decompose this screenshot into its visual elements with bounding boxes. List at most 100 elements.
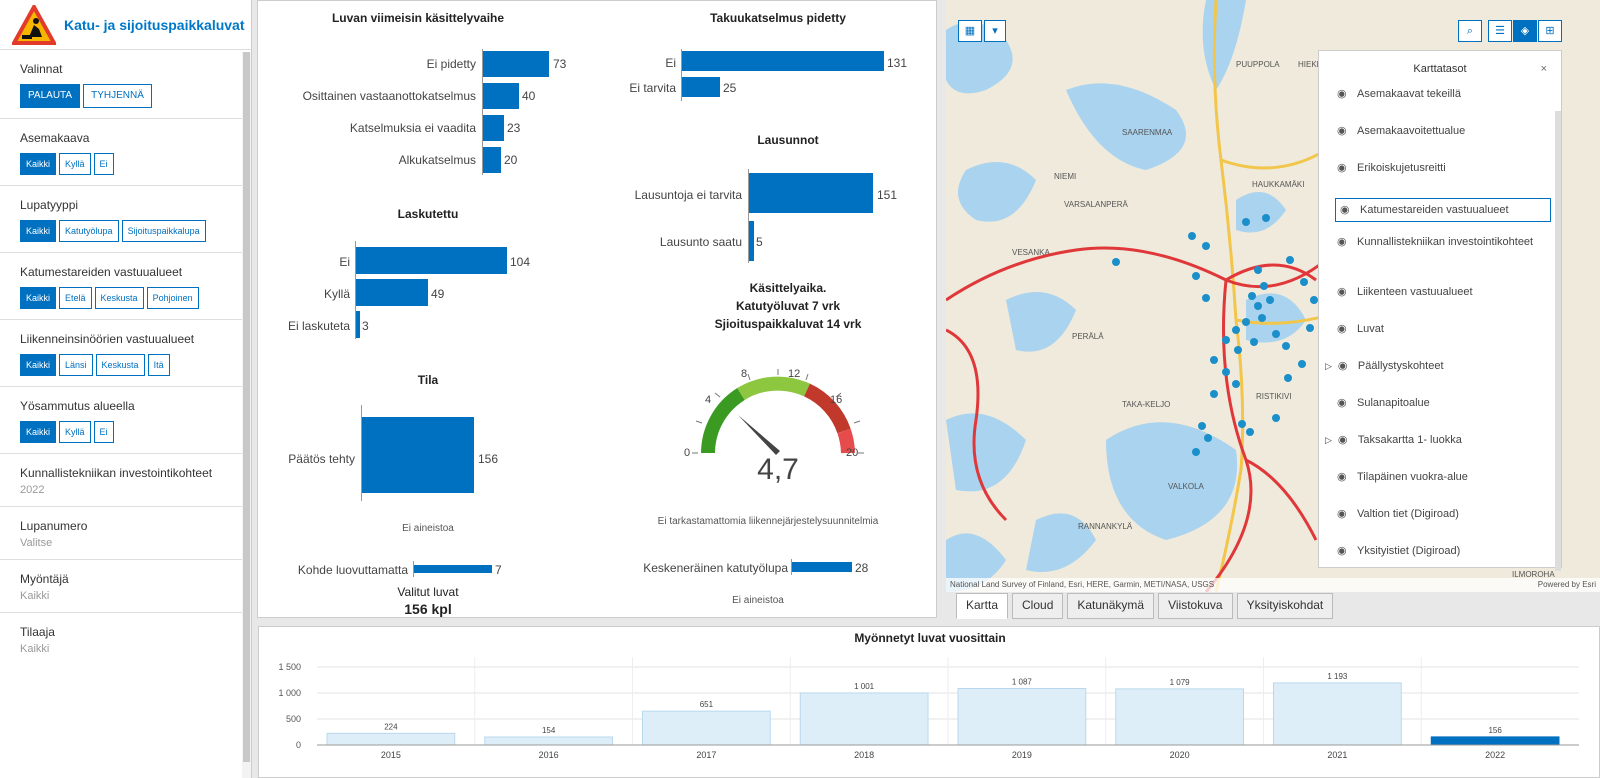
eye-icon[interactable]: ◉ [1338,433,1352,447]
eye-icon[interactable]: ◉ [1337,544,1351,558]
filter-option-keskusta[interactable]: Keskusta [94,287,144,309]
filter-option-kaikki[interactable]: Kaikki [20,421,57,443]
layer-item[interactable]: ◉ Sulanapitoalue [1319,396,1561,433]
gauge-tick-16: 16 [830,394,843,406]
filter-option-kylla[interactable]: Kyllä [59,421,91,443]
layer-item[interactable]: ◉ Yksityistiet (Digiroad) [1319,544,1561,581]
filter-option-katutyolupa[interactable]: Katutyölupa [59,220,119,242]
bar-value-label: 651 [700,700,714,709]
eye-icon[interactable]: ◉ [1337,285,1351,299]
layer-item[interactable]: ◉ Asemakaavat tekeillä [1319,87,1561,124]
bar-2018[interactable] [799,692,929,746]
bar-value: 104 [510,255,531,269]
bar-kohde-luovuttamatta [414,565,492,573]
filter-option-kaikki[interactable]: Kaikki [20,354,57,376]
tab-katunakyma[interactable]: Katunäkymä [1067,593,1155,619]
section-kunnallistekniikka[interactable]: Kunnallistekniikan investointikohteet 20… [0,454,251,507]
layers-icon[interactable]: ◈ [1513,20,1537,42]
section-lupanumero[interactable]: Lupanumero Valitse [0,507,251,560]
filter-option-etela[interactable]: Etelä [59,287,92,309]
filter-option-ei[interactable]: Ei [93,153,114,175]
eye-icon[interactable]: ◉ [1337,470,1351,484]
filter-option-kaikki[interactable]: Kaikki [20,153,57,175]
bar-2017[interactable] [642,710,771,746]
bar-value-label: 1 193 [1327,672,1348,681]
bar-2020[interactable] [1115,688,1244,746]
gauge-tick-20: 20 [846,447,859,459]
layer-item[interactable]: ◉ Kunnallistekniikan investointikohteet [1319,235,1561,285]
layers-scrollbar[interactable] [1555,111,1561,571]
layer-item[interactable]: ◉ Erikoiskujetusreitti [1319,161,1561,198]
bar-2022[interactable] [1430,736,1560,746]
eye-icon[interactable]: ◉ [1337,322,1351,336]
layer-item[interactable]: ◉ Luvat [1319,322,1561,359]
bar-label: Alkukatselmus [398,153,476,167]
x-tick-label: 2019 [1012,750,1032,760]
reset-button[interactable]: PALAUTA [20,84,81,108]
eye-icon[interactable]: ◉ [1337,507,1351,521]
filter-option-kylla[interactable]: Kyllä [59,153,91,175]
layer-item[interactable]: ◉ Valtion tiet (Digiroad) [1319,507,1561,544]
filter-option-ita[interactable]: Itä [147,354,170,376]
expand-icon[interactable]: ▷ [1325,433,1332,447]
bar-2019[interactable] [957,687,1087,746]
tab-kartta[interactable]: Kartta [956,593,1009,619]
section-myontaja[interactable]: Myöntäjä Kaikki [0,560,251,613]
grid-icon[interactable]: ⊞ [1538,20,1562,42]
tab-cloud[interactable]: Cloud [1012,593,1064,619]
layer-item[interactable]: ▷ ◉ Päällystyskohteet [1319,359,1561,396]
section-tilaaja[interactable]: Tilaaja Kaikki [0,613,251,665]
filter-option-ei[interactable]: Ei [93,421,114,443]
chart-title-takuukatselmus: Takuukatselmus pidetty [710,11,846,25]
bar-2015[interactable] [326,732,456,746]
layer-item[interactable]: ◉ Tilapäinen vuokra-alue [1319,470,1561,507]
layer-item[interactable]: ◉ Liikenteen vastuualueet [1319,285,1561,322]
layer-label: Valtion tiet (Digiroad) [1357,508,1459,520]
filter-option-sijoituspaikkalupa[interactable]: Sijoituspaikkalupa [121,220,206,242]
eye-icon[interactable]: ◉ [1337,396,1351,410]
basemap-gallery-button[interactable]: ▦ [958,20,982,42]
bar-value: 156 [478,452,499,466]
section-title: Kunnallistekniikan investointikohteet [20,466,213,480]
chevron-down-icon[interactable]: ▾ [984,20,1006,42]
eye-icon[interactable]: ◉ [1337,161,1351,175]
gauge-tick-8: 8 [741,368,748,380]
chart-title: Myönnetyt luvat vuosittain [854,631,1006,645]
search-icon[interactable]: ⌕ [1458,20,1482,42]
layer-label: Erikoiskujetusreitti [1357,162,1446,174]
bar-label: Ei [665,56,676,70]
layer-item[interactable]: ◉ Katumestareiden vastuualueet [1335,198,1551,222]
filter-option-pohjoinen[interactable]: Pohjoinen [146,287,199,309]
eye-icon[interactable]: ◉ [1337,124,1351,138]
filter-option-kaikki[interactable]: Kaikki [20,220,57,242]
bar-2021[interactable] [1273,682,1402,746]
tab-yksityiskohdat[interactable]: Yksityiskohdat [1236,593,1334,619]
close-icon[interactable]: × [1541,63,1547,75]
eye-icon[interactable]: ◉ [1337,87,1351,101]
layer-item[interactable]: ◉ Asemakaavoitettualue [1319,124,1561,161]
section-title: Valinnat [20,62,63,76]
bar-value: 151 [877,188,898,202]
clear-button[interactable]: TYHJENNÄ [83,84,152,108]
sidebar-scroll-thumb[interactable] [243,52,250,762]
eye-icon[interactable]: ◉ [1340,203,1354,217]
bar-value: 23 [507,121,521,135]
tab-viistokuva[interactable]: Viistokuva [1158,593,1233,619]
expand-icon[interactable]: ▷ [1325,359,1332,373]
app-title: Katu- ja sijoituspaikkaluvat [64,16,245,33]
bar-label: Ei laskuteta [287,319,350,333]
bar-kylla [356,279,428,306]
bar-label: Keskeneräinen katutyölupa [643,561,788,575]
eye-icon[interactable]: ◉ [1338,359,1352,373]
bar-label: Ei pidetty [426,57,476,71]
bar-2016[interactable] [484,736,613,746]
x-tick-label: 2021 [1327,750,1347,760]
bar-value-label: 156 [1488,726,1502,735]
eye-icon[interactable]: ◉ [1337,235,1351,249]
legend-icon[interactable]: ☰ [1488,20,1512,42]
filter-option-lansi[interactable]: Länsi [59,354,93,376]
filter-option-keskusta[interactable]: Keskusta [95,354,145,376]
bar-ei [682,51,884,71]
filter-option-kaikki[interactable]: Kaikki [20,287,57,309]
layer-item[interactable]: ▷ ◉ Taksakartta 1- luokka [1319,433,1561,470]
